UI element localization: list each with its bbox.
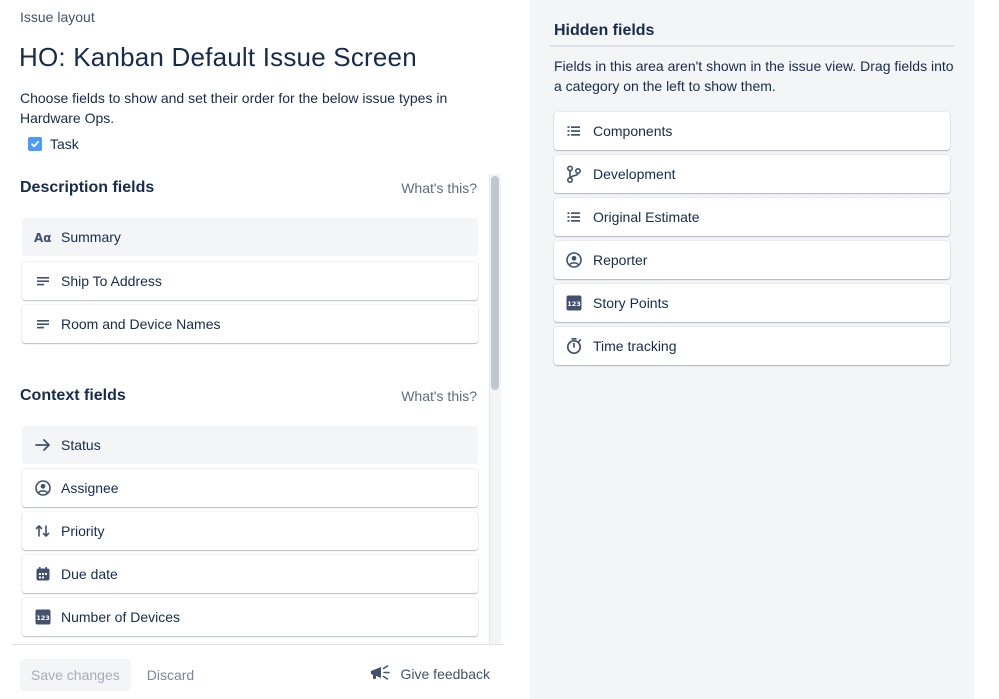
stopwatch-icon (563, 337, 585, 355)
save-changes-button[interactable]: Save changes (20, 659, 131, 691)
number-icon: 123 (563, 295, 585, 311)
hidden-fields-divider (550, 45, 954, 47)
field-label: Summary (61, 229, 121, 245)
field-label: Components (593, 123, 673, 139)
context-fields-header: Context fields What's this? (20, 387, 477, 405)
svg-text:123: 123 (36, 614, 50, 622)
priority-arrows-icon (32, 524, 54, 538)
branch-icon (563, 165, 585, 183)
hidden-fields-heading: Hidden fields (554, 22, 655, 39)
footer-divider (12, 644, 504, 645)
issue-type-label: Task (50, 136, 79, 152)
hidden-field-reporter[interactable]: Reporter (554, 241, 950, 279)
discard-button[interactable]: Discard (131, 659, 210, 691)
field-label: Room and Device Names (61, 316, 221, 332)
field-label: Original Estimate (593, 209, 700, 225)
person-circle-icon (563, 252, 585, 268)
checkbox-checked-icon[interactable] (28, 137, 42, 151)
svg-text:123: 123 (567, 300, 581, 308)
description-fields-header: Description fields What's this? (20, 179, 477, 197)
list-icon (563, 211, 585, 223)
page-title: HO: Kanban Default Issue Screen (19, 42, 417, 72)
field-ship-to-address[interactable]: Ship To Address (22, 262, 478, 300)
calendar-icon (32, 566, 54, 582)
megaphone-icon (369, 663, 391, 686)
scrollbar-thumb[interactable] (491, 176, 499, 390)
hidden-field-story-points[interactable]: 123 Story Points (554, 284, 950, 322)
field-label: Number of Devices (61, 609, 181, 625)
paragraph-icon (32, 275, 54, 287)
field-priority[interactable]: Priority (22, 512, 478, 550)
hidden-field-components[interactable]: Components (554, 112, 950, 150)
field-label: Time tracking (593, 338, 677, 354)
hidden-field-original-estimate[interactable]: Original Estimate (554, 198, 950, 236)
field-label: Reporter (593, 252, 648, 268)
arrow-right-icon (32, 438, 54, 452)
paragraph-icon (32, 318, 54, 330)
field-number-of-devices[interactable]: 123 Number of Devices (22, 598, 478, 636)
field-label: Status (61, 437, 101, 453)
field-room-and-device-names[interactable]: Room and Device Names (22, 305, 478, 343)
svg-text:Aα: Aα (34, 231, 52, 244)
breadcrumb[interactable]: Issue layout (20, 9, 95, 25)
give-feedback-button[interactable]: Give feedback (369, 658, 491, 690)
issue-type-task[interactable]: Task (28, 136, 79, 152)
field-status: Status (22, 426, 478, 464)
text-format-icon: Aα (32, 230, 54, 244)
field-label: Ship To Address (61, 273, 162, 289)
description-whats-this-link[interactable]: What's this? (401, 180, 477, 196)
field-assignee[interactable]: Assignee (22, 469, 478, 507)
page-gutter (974, 0, 999, 699)
field-summary: Aα Summary (22, 218, 478, 256)
hidden-field-development[interactable]: Development (554, 155, 950, 193)
person-circle-icon (32, 480, 54, 496)
footer-actions: Save changes Discard Give feedback (20, 658, 490, 692)
hidden-fields-description: Fields in this area aren't shown in the … (554, 58, 954, 94)
context-whats-this-link[interactable]: What's this? (401, 388, 477, 404)
list-icon (563, 125, 585, 137)
hidden-field-time-tracking[interactable]: Time tracking (554, 327, 950, 365)
page-description: Choose fields to show and set their orde… (20, 90, 448, 126)
field-label: Assignee (61, 480, 119, 496)
field-label: Development (593, 166, 676, 182)
give-feedback-label: Give feedback (400, 666, 491, 682)
field-due-date[interactable]: Due date (22, 555, 478, 593)
field-label: Story Points (593, 295, 669, 311)
field-label: Priority (61, 523, 105, 539)
description-fields-heading: Description fields (20, 179, 155, 196)
number-icon: 123 (32, 609, 54, 625)
field-label: Due date (61, 566, 118, 582)
context-fields-heading: Context fields (20, 387, 126, 404)
